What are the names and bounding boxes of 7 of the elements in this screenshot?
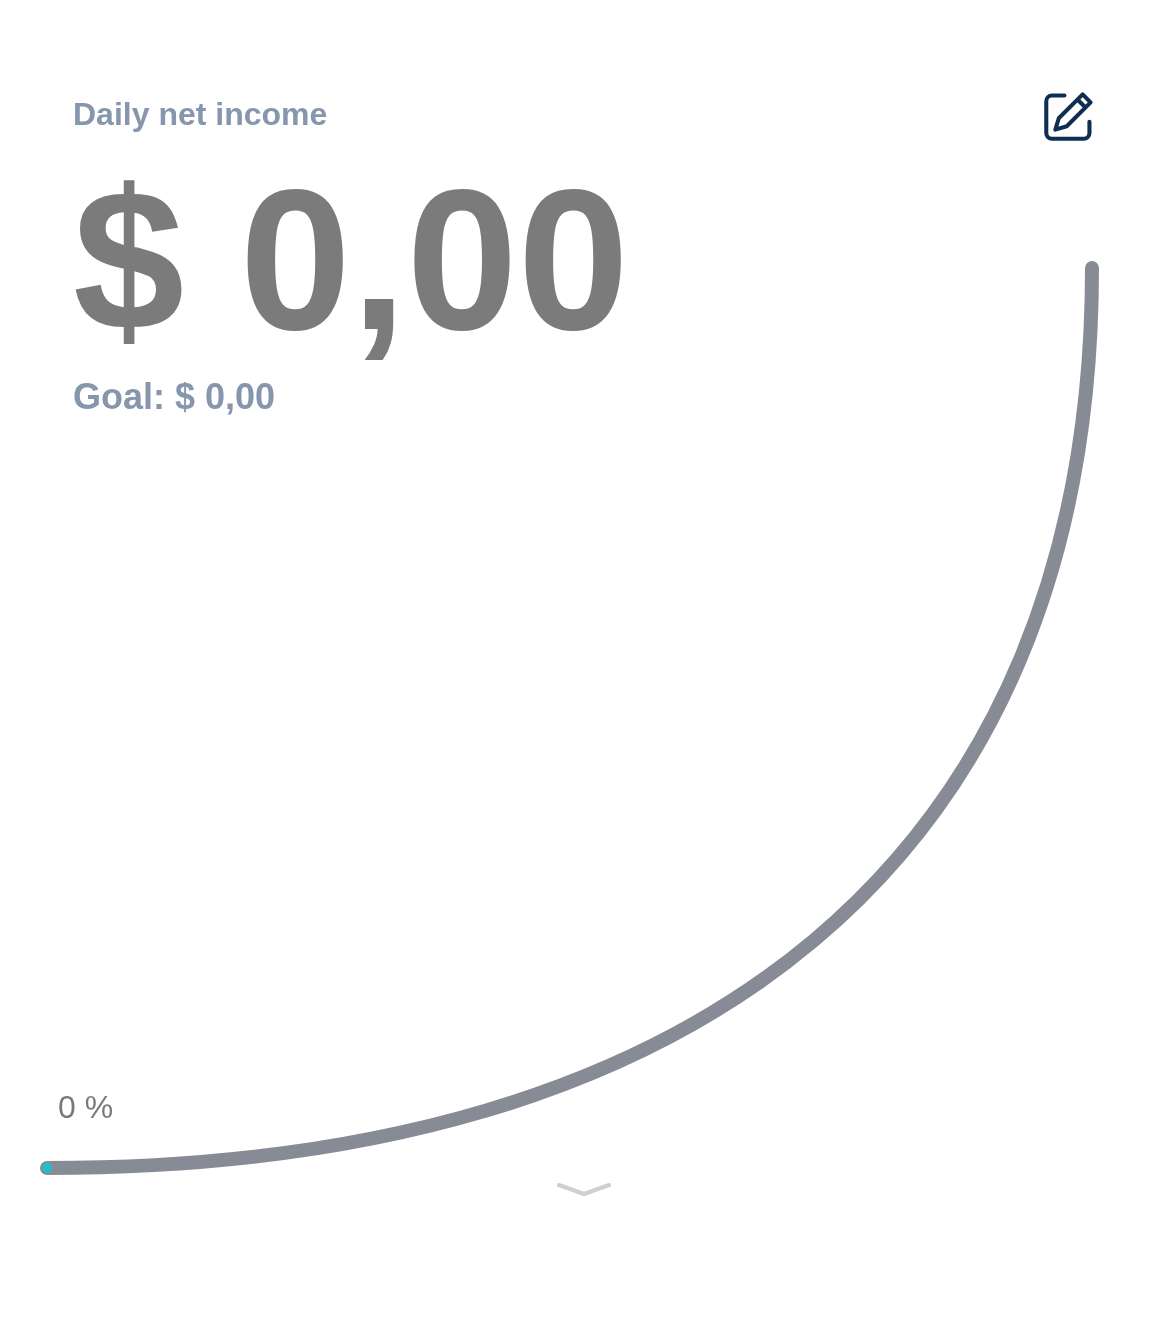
goal-text: Goal: $ 0,00 bbox=[73, 375, 276, 419]
income-amount: $ 0,00 bbox=[73, 160, 630, 360]
progress-percent: 0 % bbox=[58, 1088, 114, 1127]
edit-icon bbox=[1044, 91, 1094, 141]
chevron-down-icon bbox=[556, 1180, 611, 1197]
edit-button[interactable] bbox=[1044, 91, 1094, 141]
card-title: Daily net income bbox=[73, 95, 328, 134]
